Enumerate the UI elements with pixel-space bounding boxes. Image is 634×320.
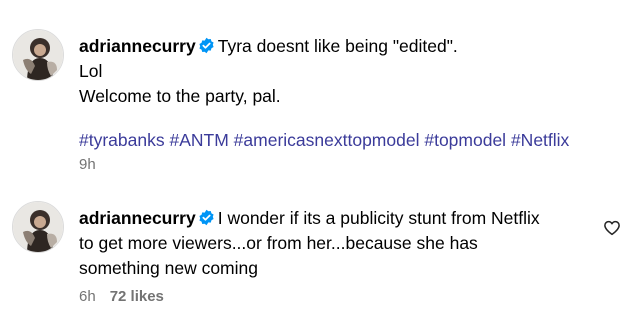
hashtag-link[interactable]: #Netflix xyxy=(511,130,569,150)
comment-meta: 6h 72 likes xyxy=(79,287,164,307)
hashtag-link[interactable]: #ANTM xyxy=(169,130,228,150)
timestamp[interactable]: 6h xyxy=(79,288,96,305)
comment-line: Tyra doesnt like being "edited". xyxy=(217,36,458,56)
comment-text: adriannecurry Tyra doesnt like being "edi… xyxy=(79,34,569,153)
heart-icon[interactable] xyxy=(603,219,621,237)
comment-line: Lol xyxy=(79,61,103,81)
comment-line: something new coming xyxy=(79,258,258,278)
hashtag-list: #tyrabanks #ANTM #americasnexttopmodel #… xyxy=(79,128,569,153)
hashtag-link[interactable]: #topmodel xyxy=(424,130,506,150)
hashtag-link[interactable]: #americasnexttopmodel xyxy=(234,130,420,150)
likes-count[interactable]: 72 likes xyxy=(110,288,164,305)
avatar[interactable] xyxy=(12,29,64,81)
verified-badge-icon xyxy=(199,37,214,54)
username[interactable]: adriannecurry xyxy=(79,208,196,228)
avatar[interactable] xyxy=(12,201,64,253)
comment-line: to get more viewers...or from her...beca… xyxy=(79,233,478,253)
comment-meta: 9h xyxy=(79,155,96,175)
username[interactable]: adriannecurry xyxy=(79,36,196,56)
comment-line: I wonder if its a publicity stunt from N… xyxy=(217,208,540,228)
verified-badge-icon xyxy=(199,209,214,226)
comment-text: adriannecurry I wonder if its a publicity… xyxy=(79,206,540,281)
comment-line: Welcome to the party, pal. xyxy=(79,86,281,106)
timestamp[interactable]: 9h xyxy=(79,156,96,173)
hashtag-link[interactable]: #tyrabanks xyxy=(79,130,165,150)
